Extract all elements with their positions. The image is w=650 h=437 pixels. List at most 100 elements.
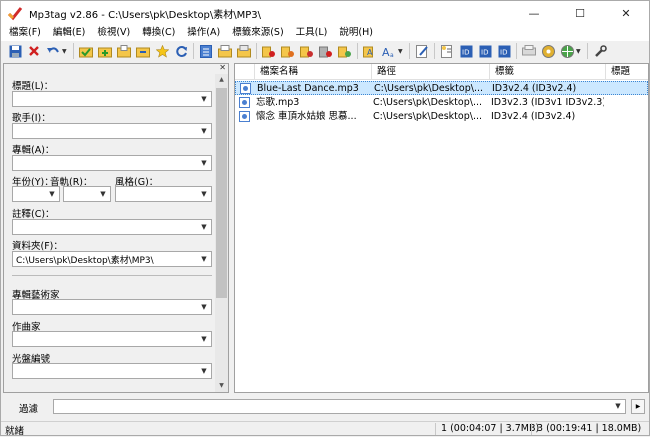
chevron-down-icon[interactable]: ▼ — [198, 365, 210, 377]
album-field[interactable]: ▼ — [12, 155, 212, 171]
menu-actions[interactable]: 操作(A) — [181, 25, 226, 41]
paste-tag-icon[interactable] — [236, 43, 252, 59]
status-selected-info: 1 (00:04:07 | 3.7MB) — [441, 423, 540, 434]
scroll-down-icon[interactable]: ▼ — [215, 380, 228, 392]
title-bar: Mp3tag v2.86 - C:\Users\pk\Desktop\素材\MP… — [1, 1, 649, 25]
maximize-button[interactable]: ☐ — [557, 1, 603, 25]
file-name-cell: 懷念 車頂水姑娘 思慕... — [256, 111, 357, 122]
export-icon[interactable] — [439, 43, 455, 59]
filename-filename-icon[interactable] — [299, 43, 315, 59]
web-sources-icon[interactable] — [559, 43, 575, 59]
tag-panel-icon[interactable] — [198, 43, 214, 59]
svg-text:A: A — [367, 48, 373, 57]
undo-icon[interactable] — [45, 43, 61, 59]
window-title: Mp3tag v2.86 - C:\Users\pk\Desktop\素材\MP… — [29, 9, 262, 21]
chevron-down-icon[interactable]: ▼ — [198, 93, 210, 105]
case-conversion-icon[interactable]: Aa — [381, 43, 397, 59]
chevron-down-icon[interactable]: ▼ — [198, 301, 210, 313]
genre-field[interactable]: ▼ — [115, 186, 212, 202]
edit-icon[interactable] — [414, 43, 430, 59]
column-path[interactable]: 路徑 — [372, 64, 490, 80]
menu-file[interactable]: 檔案(F) — [3, 25, 47, 41]
composer-field[interactable]: ▼ — [12, 331, 212, 347]
web-sources-dropdown-icon[interactable]: ▼ — [576, 48, 582, 55]
status-text: 就緒 — [5, 426, 25, 437]
chevron-down-icon[interactable]: ▼ — [198, 188, 210, 200]
chevron-down-icon[interactable]: ▼ — [198, 125, 210, 137]
chevron-down-icon[interactable]: ▼ — [198, 221, 210, 233]
album-artist-field[interactable]: ▼ — [12, 299, 212, 315]
open-folder-icon[interactable] — [116, 43, 132, 59]
chevron-down-icon[interactable]: ▼ — [198, 253, 210, 265]
file-row[interactable]: Blue-Last Dance.mp3 C:\Users\pk\Desktop\… — [235, 81, 648, 95]
menu-tools[interactable]: 工具(L) — [290, 25, 334, 41]
chevron-down-icon[interactable]: ▼ — [97, 188, 109, 200]
id3-tag-icon[interactable]: ID — [458, 43, 474, 59]
add-dir-icon[interactable] — [97, 43, 113, 59]
svg-text:A: A — [382, 46, 390, 58]
scroll-up-icon[interactable]: ▲ — [215, 74, 228, 86]
toolbar-separator — [409, 43, 410, 59]
undo-dropdown-icon[interactable]: ▼ — [62, 48, 68, 55]
id3-tag-2-icon[interactable]: ID — [477, 43, 493, 59]
menu-help[interactable]: 說明(H) — [333, 25, 379, 41]
favorite-star-icon[interactable] — [154, 43, 170, 59]
album-label: 專輯(A)： — [12, 145, 55, 156]
actions-icon[interactable]: A — [362, 43, 378, 59]
minimize-button[interactable]: — — [511, 1, 557, 25]
change-dir-icon[interactable] — [78, 43, 94, 59]
comment-field[interactable]: ▼ — [12, 219, 212, 235]
tag-panel: ✕ 標題(L)： ▼ 歌手(I)： ▼ 專輯(A)： ▼ 年份(Y)： 音軌(R… — [3, 63, 229, 393]
text-file-tag-icon[interactable] — [318, 43, 334, 59]
file-row[interactable]: 懷念 車頂水姑娘 思慕... C:\Users\pk\Desktop\... I… — [235, 110, 648, 124]
year-field[interactable]: ▼ — [12, 186, 60, 202]
chevron-down-icon[interactable]: ▼ — [46, 188, 58, 200]
discnumber-field[interactable]: ▼ — [12, 363, 212, 379]
title-field[interactable]: ▼ — [12, 91, 212, 107]
toolbar-separator — [193, 43, 194, 59]
id3-tag-3-icon[interactable]: ID — [496, 43, 512, 59]
menu-edit[interactable]: 編輯(E) — [47, 25, 91, 41]
file-path-cell: C:\Users\pk\Desktop\... — [373, 111, 483, 122]
filter-bar: 過濾 ▼ ▶ — [1, 397, 649, 417]
favorites-folder-icon[interactable] — [135, 43, 151, 59]
file-row[interactable]: 忘歌.mp3 C:\Users\pk\Desktop\... ID3v2.3 (… — [235, 96, 648, 110]
filename-tag-icon[interactable] — [280, 43, 296, 59]
tag-tag-icon[interactable] — [337, 43, 353, 59]
filter-apply-button[interactable]: ▶ — [631, 399, 645, 414]
actions-dropdown-icon[interactable]: ▼ — [398, 48, 404, 55]
track-field[interactable]: ▼ — [63, 186, 111, 202]
tag-filename-icon[interactable] — [261, 43, 277, 59]
refresh-icon[interactable] — [173, 43, 189, 59]
file-path-cell: C:\Users\pk\Desktop\... — [374, 83, 484, 94]
column-tag[interactable]: 標籤 — [490, 64, 606, 80]
chevron-down-icon[interactable]: ▼ — [198, 157, 210, 169]
menu-view[interactable]: 檢視(V) — [91, 25, 136, 41]
tag-panel-close-icon[interactable]: ✕ — [219, 63, 226, 72]
scrollbar-thumb[interactable] — [216, 88, 227, 298]
save-icon[interactable] — [7, 43, 23, 59]
close-button[interactable]: ✕ — [603, 1, 649, 25]
menu-convert[interactable]: 轉換(C) — [136, 25, 181, 41]
playlist-icon[interactable] — [521, 43, 537, 59]
remove-tag-icon[interactable] — [26, 43, 42, 59]
column-filename[interactable]: 檔案名稱 — [255, 64, 372, 80]
menu-tag-sources[interactable]: 標籤來源(S) — [226, 25, 289, 41]
column-title[interactable]: 標題 — [606, 64, 648, 80]
chevron-down-icon[interactable]: ▼ — [198, 333, 210, 345]
toolbar-separator — [357, 43, 358, 59]
column-icon[interactable] — [235, 64, 255, 80]
freedb-icon[interactable] — [540, 43, 556, 59]
directory-value: C:\Users\pk\Desktop\素材\MP3\ — [16, 256, 154, 266]
toolbar-separator — [587, 43, 588, 59]
toolbar-separator — [434, 43, 435, 59]
mp3-file-icon — [239, 97, 250, 108]
copy-tag-icon[interactable] — [217, 43, 233, 59]
tag-panel-scrollbar[interactable]: ▲ ▼ — [215, 74, 228, 392]
artist-field[interactable]: ▼ — [12, 123, 212, 139]
directory-field[interactable]: C:\Users\pk\Desktop\素材\MP3\ ▼ — [12, 251, 212, 267]
wrench-icon[interactable] — [592, 43, 608, 59]
tag-panel-header: ✕ — [4, 63, 228, 74]
chevron-down-icon[interactable]: ▼ — [612, 400, 624, 413]
filter-input[interactable]: ▼ — [53, 399, 626, 414]
